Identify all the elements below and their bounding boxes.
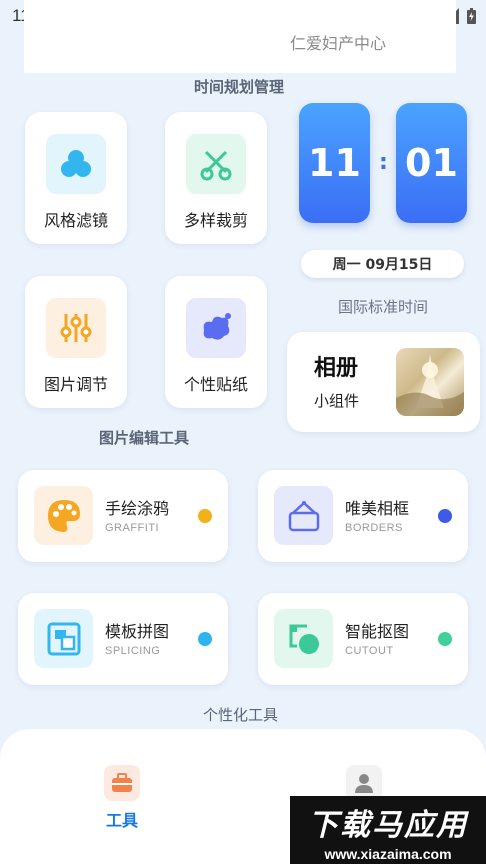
album-widget[interactable]: 相册 小组件	[287, 332, 480, 432]
cutout-icon	[274, 609, 333, 668]
top-banner[interactable]: 仁爱妇产中心	[24, 0, 456, 73]
tile-label: 风格滤镜	[43, 211, 108, 230]
scissors-icon	[186, 134, 246, 194]
sticker-icon	[186, 298, 246, 358]
watermark-url: www.xiazaima.com	[324, 846, 452, 862]
tool-card-cutout[interactable]: 智能抠图 CUTOUT	[258, 593, 468, 685]
frame-icon	[274, 486, 333, 545]
date-pill: 周一 09月15日	[301, 250, 464, 278]
tool-status-dot	[198, 632, 212, 646]
nav-item-tools[interactable]: 工具	[98, 765, 146, 831]
clock-hour: 11	[299, 103, 370, 223]
tool-subtitle: GRAFFITI	[105, 522, 160, 534]
album-thumbnail	[396, 348, 464, 416]
nav-label-tools: 工具	[105, 811, 138, 830]
splicing-icon	[34, 609, 93, 668]
sliders-icon	[46, 298, 106, 358]
section-title-personal-tools: 个性化工具	[203, 706, 279, 724]
palette-icon	[34, 486, 93, 545]
album-subtitle: 小组件	[314, 392, 360, 410]
tool-card-graffiti[interactable]: 手绘涂鸦 GRAFFITI	[18, 470, 228, 562]
section-title-image-editing: 图片编辑工具	[99, 429, 190, 447]
tool-name: 手绘涂鸦	[105, 499, 170, 518]
tool-subtitle: CUTOUT	[345, 645, 394, 657]
tool-subtitle: SPLICING	[105, 645, 161, 657]
clock-caption: 国际标准时间	[337, 298, 428, 316]
tile-label: 图片调节	[43, 375, 108, 394]
tool-name: 模板拼图	[105, 622, 170, 641]
album-title: 相册	[314, 356, 359, 381]
tool-status-dot	[438, 509, 452, 523]
tile-label: 个性贴纸	[183, 375, 248, 394]
watermark-logo: 下载马应用 www.xiazaima.com	[290, 796, 486, 864]
battery-icon	[467, 8, 476, 24]
tool-status-dot	[198, 509, 212, 523]
banner-text: 仁爱妇产中心	[290, 34, 387, 53]
tool-name: 唯美相框	[345, 499, 410, 518]
tile-label: 多样裁剪	[183, 211, 248, 230]
tool-name: 智能抠图	[345, 622, 410, 641]
tile-adjust[interactable]: 图片调节	[25, 276, 127, 408]
filter-circles-icon	[46, 134, 106, 194]
tile-sticker[interactable]: 个性贴纸	[165, 276, 267, 408]
tile-crop[interactable]: 多样裁剪	[165, 112, 267, 244]
tile-style-filter[interactable]: 风格滤镜	[25, 112, 127, 244]
tool-card-splicing[interactable]: 模板拼图 SPLICING	[18, 593, 228, 685]
toolbox-icon	[104, 765, 140, 801]
clock-minute: 01	[396, 103, 467, 223]
tool-subtitle: BORDERS	[345, 522, 403, 534]
tool-status-dot	[438, 632, 452, 646]
section-title-time-planning: 时间规划管理	[194, 78, 285, 96]
tool-card-borders[interactable]: 唯美相框 BORDERS	[258, 470, 468, 562]
watermark-main: 下载马应用	[308, 808, 468, 843]
clock-separator: :	[379, 150, 388, 175]
